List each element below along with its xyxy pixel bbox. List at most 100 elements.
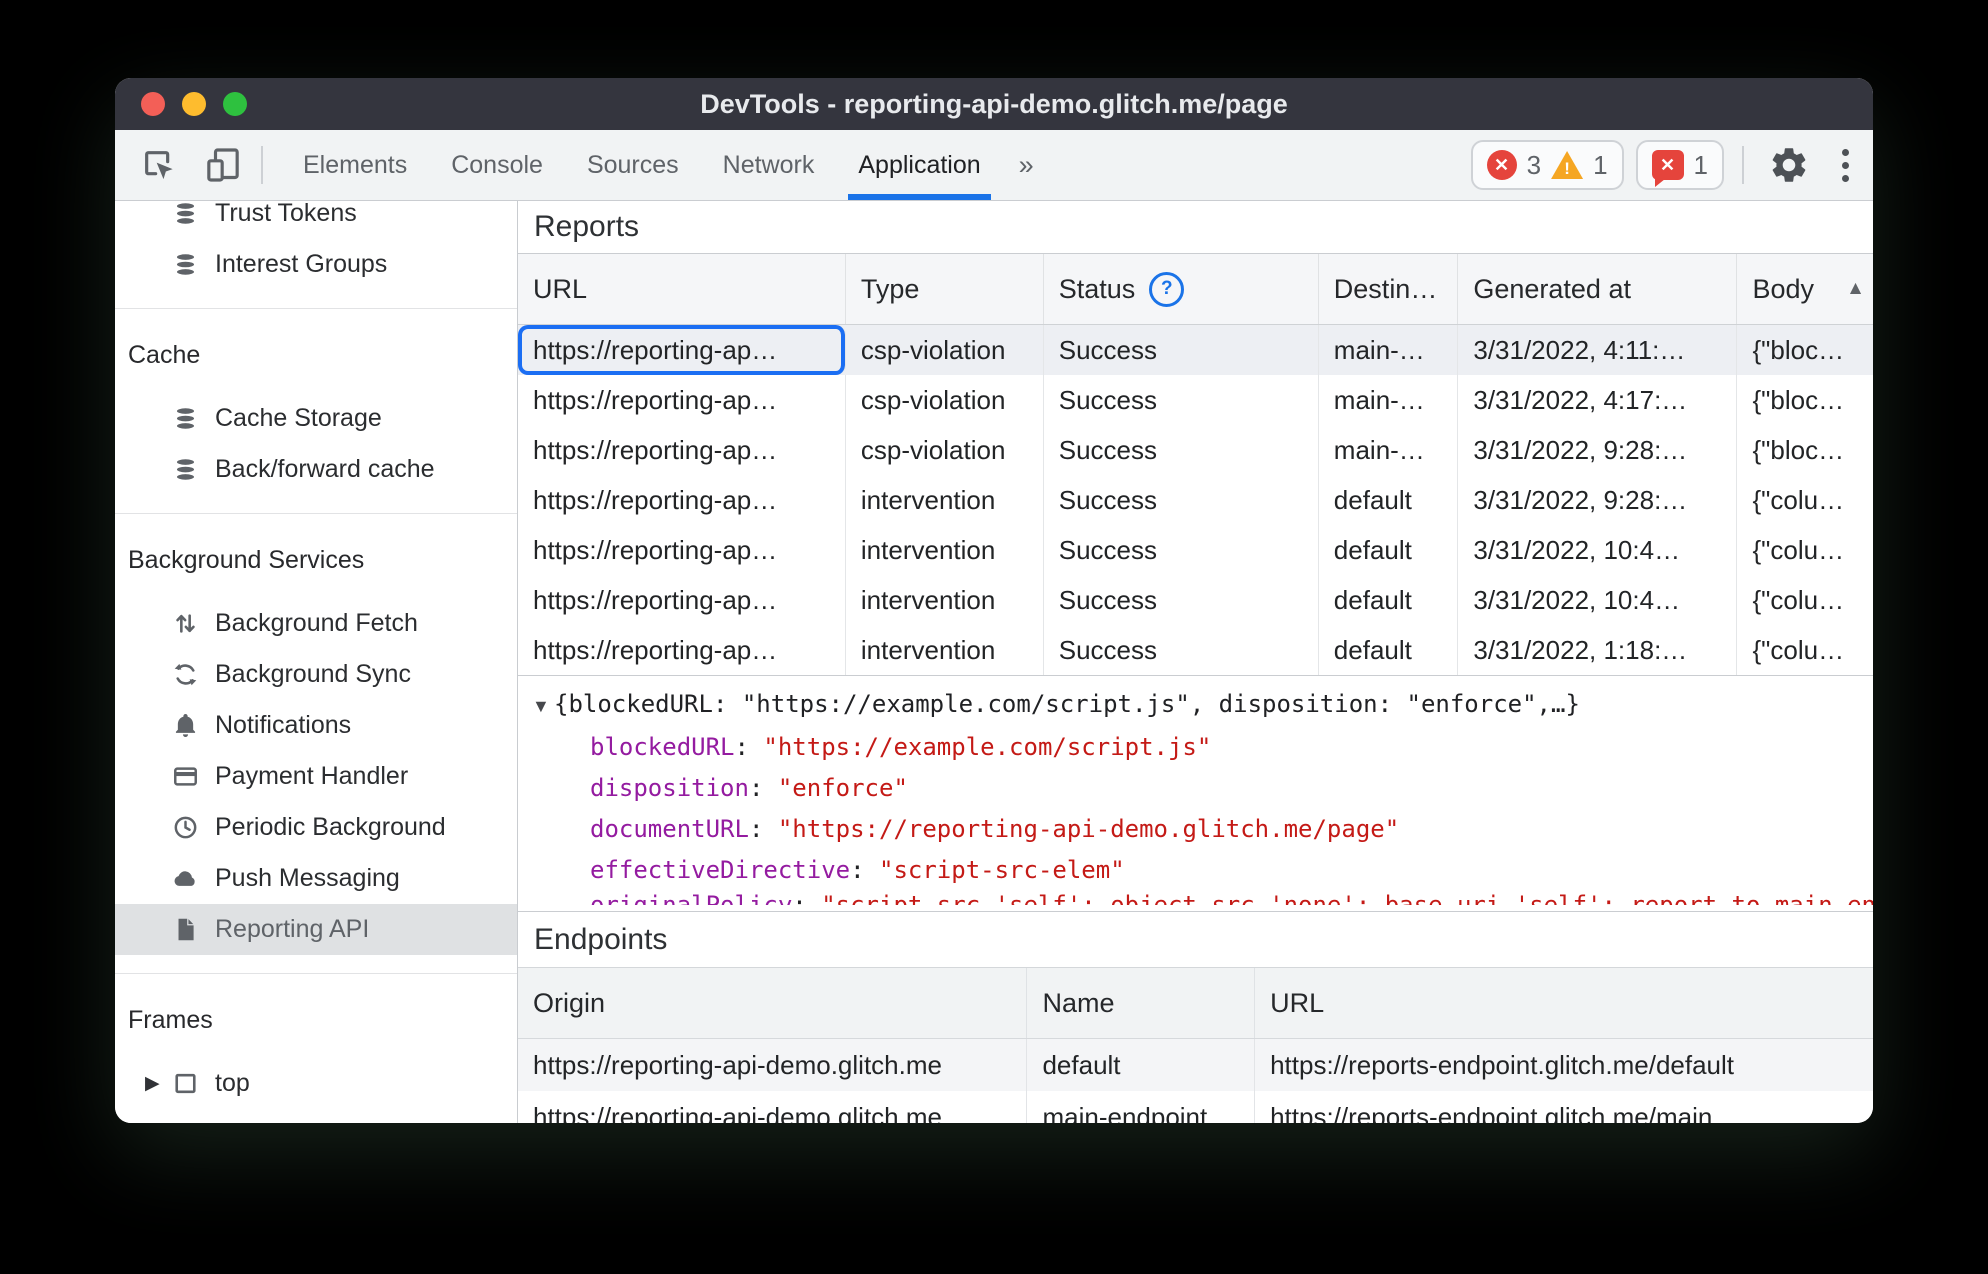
report-row[interactable]: https://reporting-ap… intervention Success… bbox=[518, 625, 1873, 675]
endpoints-column-header-name[interactable]: Name bbox=[1027, 968, 1256, 1038]
report-row[interactable]: https://reporting-ap… intervention Success… bbox=[518, 575, 1873, 625]
sidebar-item-interest-groups[interactable]: Interest Groups bbox=[115, 239, 517, 290]
zoom-window-button[interactable] bbox=[223, 92, 247, 116]
toolbar-divider bbox=[1742, 146, 1744, 184]
endpoint-row[interactable]: https://reporting-api-demo.glitch.me defa… bbox=[518, 1039, 1873, 1091]
report-cell-body[interactable]: {"colu… bbox=[1737, 625, 1873, 675]
report-body-preview[interactable]: ▼ {blockedURL: "https://example.com/scri… bbox=[518, 684, 1873, 727]
sidebar-item-back-forward-cache[interactable]: Back/forward cache bbox=[115, 444, 517, 495]
sidebar-item-background-sync[interactable]: Background Sync bbox=[115, 649, 517, 700]
endpoint-row[interactable]: https://reporting-api-demo.glitch.me main… bbox=[518, 1091, 1873, 1123]
json-string-value: "https://example.com/script.js" bbox=[763, 733, 1212, 761]
tab-console[interactable]: Console bbox=[429, 130, 565, 200]
report-cell-url[interactable]: https://reporting-ap… bbox=[518, 475, 846, 525]
disclosure-triangle-icon[interactable]: ▶ bbox=[145, 1072, 172, 1095]
report-cell-generated_at[interactable]: 3/31/2022, 9:28:… bbox=[1458, 425, 1738, 475]
issues-badge[interactable]: ✕ 1 bbox=[1635, 140, 1724, 190]
settings-gear-icon[interactable] bbox=[1768, 144, 1810, 186]
content-area: Trust Tokens Interest Groups Cache Cache St… bbox=[115, 201, 1873, 1123]
report-cell-url[interactable]: https://reporting-ap… bbox=[518, 525, 846, 575]
report-cell-body[interactable]: {"colu… bbox=[1737, 575, 1873, 625]
report-cell-generated_at[interactable]: 3/31/2022, 10:4… bbox=[1458, 575, 1738, 625]
sidebar-item-top[interactable]: ▶ top bbox=[115, 1058, 517, 1109]
report-cell-destination[interactable]: default bbox=[1319, 475, 1459, 525]
tab-elements[interactable]: Elements bbox=[281, 130, 429, 200]
sidebar-item-push-messaging[interactable]: Push Messaging bbox=[115, 853, 517, 904]
reports-column-header-body[interactable]: Body ▲ bbox=[1737, 254, 1873, 324]
report-cell-generated_at[interactable]: 3/31/2022, 9:28:… bbox=[1458, 475, 1738, 525]
inspect-element-icon[interactable] bbox=[139, 145, 179, 185]
report-cell-status[interactable]: Success bbox=[1044, 625, 1319, 675]
report-cell-body[interactable]: {"colu… bbox=[1737, 525, 1873, 575]
reports-column-header-destination[interactable]: Destin… bbox=[1319, 254, 1459, 324]
report-cell-type[interactable]: intervention bbox=[846, 525, 1044, 575]
report-row[interactable]: https://reporting-ap… csp-violation Succes… bbox=[518, 375, 1873, 425]
sidebar-item-trust-tokens[interactable]: Trust Tokens bbox=[115, 201, 517, 239]
reports-column-header-url[interactable]: URL bbox=[518, 254, 846, 324]
endpoints-column-header-origin[interactable]: Origin bbox=[518, 968, 1028, 1038]
report-cell-type[interactable]: intervention bbox=[846, 625, 1044, 675]
error-icon: ✕ bbox=[1486, 150, 1517, 180]
report-cell-destination[interactable]: main-… bbox=[1319, 425, 1459, 475]
close-window-button[interactable] bbox=[141, 92, 165, 116]
report-cell-generated_at[interactable]: 3/31/2022, 4:11:… bbox=[1458, 325, 1738, 375]
report-cell-destination[interactable]: default bbox=[1319, 525, 1459, 575]
report-row[interactable]: https://reporting-ap… csp-violation Succes… bbox=[518, 425, 1873, 475]
report-cell-destination[interactable]: main-… bbox=[1319, 325, 1459, 375]
endpoints-column-header-url[interactable]: URL bbox=[1255, 968, 1873, 1038]
sidebar-item-periodic-background[interactable]: Periodic Background bbox=[115, 802, 517, 853]
column-label: Type bbox=[860, 273, 920, 304]
sidebar-item-reporting-api[interactable]: Reporting API bbox=[115, 904, 517, 955]
report-cell-body[interactable]: {"bloc… bbox=[1737, 375, 1873, 425]
sidebar-item-background-fetch[interactable]: Background Fetch bbox=[115, 598, 517, 649]
report-cell-destination[interactable]: default bbox=[1319, 575, 1459, 625]
report-cell-destination[interactable]: default bbox=[1319, 625, 1459, 675]
report-cell-body[interactable]: {"bloc… bbox=[1737, 425, 1873, 475]
device-toolbar-icon[interactable] bbox=[203, 145, 243, 185]
report-cell-body[interactable]: {"colu… bbox=[1737, 475, 1873, 525]
report-row[interactable]: https://reporting-ap… csp-violation Succes… bbox=[518, 325, 1873, 375]
tab-network[interactable]: Network bbox=[701, 130, 837, 200]
report-cell-url[interactable]: https://reporting-ap… bbox=[518, 375, 846, 425]
report-cell-type[interactable]: csp-violation bbox=[846, 425, 1044, 475]
report-cell-status[interactable]: Success bbox=[1044, 575, 1319, 625]
sidebar-section: Trust Tokens Interest Groups bbox=[115, 201, 517, 290]
more-tabs-button[interactable]: » bbox=[1003, 150, 1050, 181]
report-cell-url[interactable]: https://reporting-ap… bbox=[518, 325, 846, 375]
report-cell-type[interactable]: csp-violation bbox=[846, 325, 1044, 375]
report-cell-status[interactable]: Success bbox=[1044, 475, 1319, 525]
report-row[interactable]: https://reporting-ap… intervention Success… bbox=[518, 525, 1873, 575]
console-errors-warnings-badge[interactable]: ✕ 3 ! 1 bbox=[1470, 140, 1624, 190]
report-cell-status[interactable]: Success bbox=[1044, 325, 1319, 375]
report-cell-status[interactable]: Success bbox=[1044, 525, 1319, 575]
issues-count: 1 bbox=[1693, 149, 1708, 180]
report-cell-url[interactable]: https://reporting-ap… bbox=[518, 575, 846, 625]
report-cell-status[interactable]: Success bbox=[1044, 375, 1319, 425]
minimize-window-button[interactable] bbox=[182, 92, 206, 116]
sidebar-item-notifications[interactable]: Notifications bbox=[115, 700, 517, 751]
report-cell-generated_at[interactable]: 3/31/2022, 4:17:… bbox=[1458, 375, 1738, 425]
sidebar-item-payment-handler[interactable]: Payment Handler bbox=[115, 751, 517, 802]
report-cell-url[interactable]: https://reporting-ap… bbox=[518, 625, 846, 675]
sidebar-header-background-services: Background Services bbox=[128, 545, 365, 574]
tab-application[interactable]: Application bbox=[836, 130, 1002, 200]
fetch-icon bbox=[172, 610, 199, 637]
reports-column-header-generated_at[interactable]: Generated at bbox=[1458, 254, 1738, 324]
tab-sources[interactable]: Sources bbox=[565, 130, 701, 200]
report-cell-type[interactable]: csp-violation bbox=[846, 375, 1044, 425]
report-cell-status[interactable]: Success bbox=[1044, 425, 1319, 475]
expand-triangle-icon: ▼ bbox=[532, 696, 550, 716]
more-options-kebab-icon[interactable] bbox=[1838, 145, 1853, 186]
help-icon[interactable]: ? bbox=[1149, 271, 1185, 307]
report-cell-type[interactable]: intervention bbox=[846, 575, 1044, 625]
report-cell-url[interactable]: https://reporting-ap… bbox=[518, 425, 846, 475]
report-cell-body[interactable]: {"bloc… bbox=[1737, 325, 1873, 375]
report-cell-type[interactable]: intervention bbox=[846, 475, 1044, 525]
report-cell-generated_at[interactable]: 3/31/2022, 10:4… bbox=[1458, 525, 1738, 575]
report-cell-generated_at[interactable]: 3/31/2022, 1:18:… bbox=[1458, 625, 1738, 675]
reports-column-header-status[interactable]: Status? bbox=[1044, 254, 1319, 324]
reports-column-header-type[interactable]: Type bbox=[846, 254, 1044, 324]
sidebar-item-cache-storage[interactable]: Cache Storage bbox=[115, 393, 517, 444]
report-row[interactable]: https://reporting-ap… intervention Success… bbox=[518, 475, 1873, 525]
report-cell-destination[interactable]: main-… bbox=[1319, 375, 1459, 425]
